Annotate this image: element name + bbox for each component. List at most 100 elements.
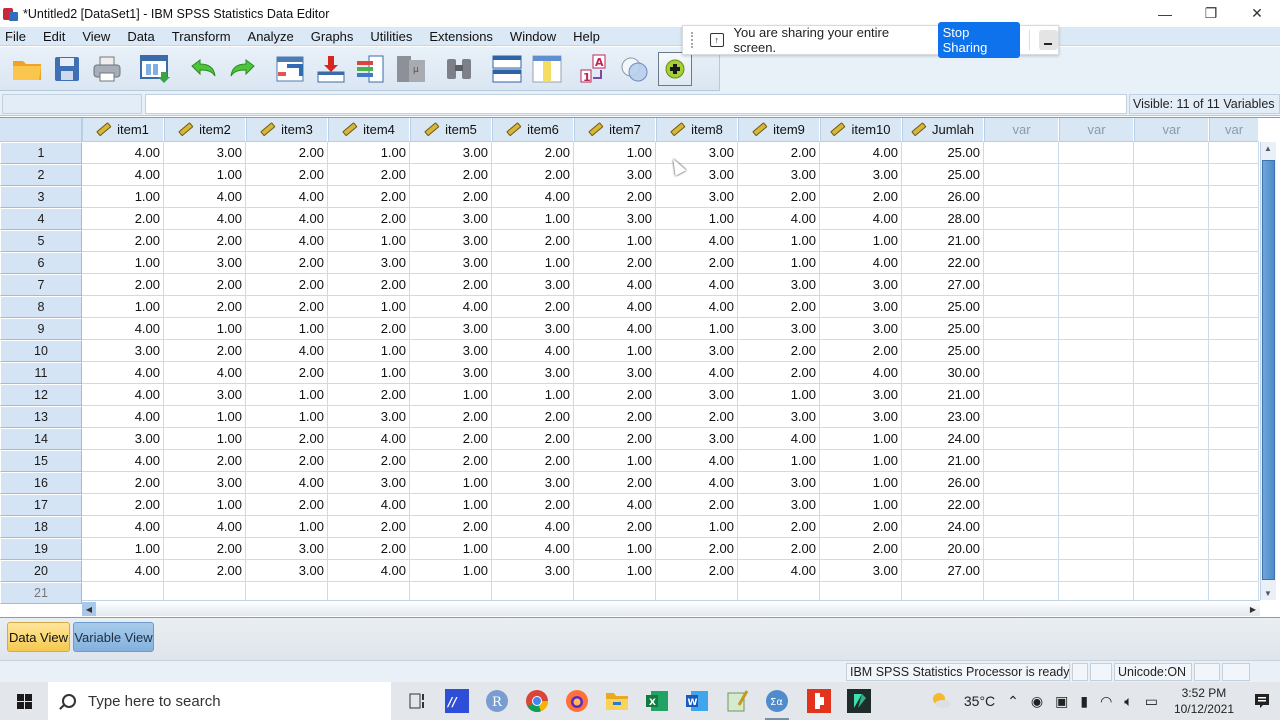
data-cell[interactable]: 2.00 xyxy=(738,538,820,560)
data-cell[interactable]: 1.00 xyxy=(410,560,492,582)
scroll-down-icon[interactable]: ▼ xyxy=(1264,589,1272,598)
data-cell[interactable]: 2.00 xyxy=(820,340,902,362)
data-cell[interactable]: 1.00 xyxy=(738,252,820,274)
restore-button[interactable]: ❐ xyxy=(1188,0,1234,27)
data-cell[interactable]: 2.00 xyxy=(328,274,410,296)
data-cell[interactable]: 2.00 xyxy=(246,494,328,516)
save-icon[interactable] xyxy=(50,52,84,86)
data-cell[interactable]: 3.00 xyxy=(246,538,328,560)
data-cell[interactable]: 4.00 xyxy=(656,274,738,296)
empty-cell[interactable] xyxy=(1134,318,1209,340)
data-cell[interactable]: 4.00 xyxy=(492,538,574,560)
empty-cell[interactable] xyxy=(1059,450,1134,472)
empty-cell[interactable] xyxy=(1134,296,1209,318)
data-cell[interactable]: 1.00 xyxy=(492,252,574,274)
empty-cell[interactable] xyxy=(1209,472,1259,494)
data-cell[interactable]: 1.00 xyxy=(574,450,656,472)
data-cell[interactable]: 2.00 xyxy=(492,142,574,164)
taskbar-clock[interactable]: 3:52 PM 10/12/2021 xyxy=(1174,685,1234,717)
column-header-item7[interactable]: item7 xyxy=(574,118,656,142)
column-header-item5[interactable]: item5 xyxy=(410,118,492,142)
excel-icon[interactable]: X xyxy=(637,682,677,720)
data-cell[interactable]: 1.00 xyxy=(574,230,656,252)
row-number[interactable]: 12 xyxy=(0,384,82,406)
tab-variable-view[interactable]: Variable View xyxy=(73,622,154,652)
battery-icon[interactable]: ▭ xyxy=(1145,693,1158,710)
data-cell[interactable]: 3.00 xyxy=(410,362,492,384)
data-cell[interactable]: 2.00 xyxy=(738,516,820,538)
stop-sharing-button[interactable]: Stop Sharing xyxy=(937,22,1020,58)
data-cell[interactable]: 27.00 xyxy=(902,560,984,582)
data-cell[interactable]: 4.00 xyxy=(492,516,574,538)
data-cell[interactable]: 1.00 xyxy=(574,142,656,164)
data-cell[interactable]: 1.00 xyxy=(328,230,410,252)
empty-cell[interactable] xyxy=(1059,296,1134,318)
minimize-banner-button[interactable] xyxy=(1038,30,1059,50)
empty-cell[interactable] xyxy=(984,516,1059,538)
menu-data[interactable]: Data xyxy=(122,29,163,44)
empty-cell[interactable] xyxy=(984,186,1059,208)
empty-cell[interactable] xyxy=(1059,186,1134,208)
data-cell[interactable]: 2.00 xyxy=(164,296,246,318)
empty-cell[interactable] xyxy=(984,560,1059,582)
print-icon[interactable] xyxy=(90,52,124,86)
data-cell[interactable]: 3.00 xyxy=(410,340,492,362)
data-cell[interactable]: 2.00 xyxy=(492,164,574,186)
data-cell[interactable]: 2.00 xyxy=(328,186,410,208)
data-cell[interactable]: 1.00 xyxy=(82,252,164,274)
close-button[interactable]: ✕ xyxy=(1234,0,1280,27)
weather-icon[interactable] xyxy=(930,691,952,712)
data-cell[interactable]: 4.00 xyxy=(820,362,902,384)
empty-cell[interactable] xyxy=(1209,494,1259,516)
data-cell[interactable]: 4.00 xyxy=(246,186,328,208)
empty-cell[interactable] xyxy=(1209,208,1259,230)
empty-cell[interactable] xyxy=(1209,516,1259,538)
data-cell[interactable]: 4.00 xyxy=(410,296,492,318)
data-cell[interactable]: 4.00 xyxy=(574,274,656,296)
data-cell[interactable]: 4.00 xyxy=(246,208,328,230)
data-cell[interactable]: 1.00 xyxy=(328,362,410,384)
data-cell[interactable]: 2.00 xyxy=(328,538,410,560)
empty-cell[interactable] xyxy=(1209,164,1259,186)
data-cell[interactable]: 22.00 xyxy=(902,494,984,516)
empty-cell[interactable] xyxy=(1134,494,1209,516)
volume-icon[interactable]: 🔈︎ xyxy=(1124,693,1132,710)
column-header-item1[interactable]: item1 xyxy=(82,118,164,142)
data-cell[interactable]: 4.00 xyxy=(820,142,902,164)
data-cell[interactable]: 2.00 xyxy=(82,494,164,516)
data-cell[interactable]: 3.00 xyxy=(82,340,164,362)
data-cell[interactable]: 3.00 xyxy=(164,472,246,494)
empty-cell[interactable] xyxy=(1209,296,1259,318)
empty-cell[interactable] xyxy=(1134,516,1209,538)
minimize-button[interactable]: — xyxy=(1142,0,1188,27)
data-cell[interactable]: 26.00 xyxy=(902,186,984,208)
data-cell[interactable]: 3.00 xyxy=(328,252,410,274)
data-cell[interactable]: 2.00 xyxy=(328,516,410,538)
data-cell[interactable]: 20.00 xyxy=(902,538,984,560)
empty-cell[interactable] xyxy=(984,208,1059,230)
empty-cell[interactable] xyxy=(1059,428,1134,450)
empty-cell[interactable] xyxy=(1134,340,1209,362)
data-cell[interactable]: 1.00 xyxy=(820,472,902,494)
data-cell[interactable]: 1.00 xyxy=(164,318,246,340)
data-cell[interactable]: 4.00 xyxy=(656,230,738,252)
scroll-left-icon[interactable]: ◀ xyxy=(82,602,96,616)
empty-cell[interactable] xyxy=(1059,230,1134,252)
firefox-icon[interactable] xyxy=(557,682,597,720)
data-cell[interactable]: 1.00 xyxy=(164,428,246,450)
empty-cell[interactable] xyxy=(1134,538,1209,560)
column-header-item4[interactable]: item4 xyxy=(328,118,410,142)
start-button[interactable] xyxy=(0,682,48,720)
filmora-icon[interactable] xyxy=(839,682,879,720)
empty-cell[interactable] xyxy=(984,428,1059,450)
row-number[interactable]: 16 xyxy=(0,472,82,494)
menu-transform[interactable]: Transform xyxy=(167,29,240,44)
data-cell[interactable]: 2.00 xyxy=(246,296,328,318)
run-descriptives-icon[interactable]: μ xyxy=(394,52,428,86)
data-cell[interactable]: 2.00 xyxy=(656,494,738,516)
data-cell[interactable]: 2.00 xyxy=(574,472,656,494)
data-cell[interactable]: 4.00 xyxy=(82,516,164,538)
microphone-icon[interactable]: ▮ xyxy=(1080,693,1088,710)
data-cell[interactable]: 3.00 xyxy=(328,406,410,428)
empty-cell[interactable] xyxy=(1209,186,1259,208)
